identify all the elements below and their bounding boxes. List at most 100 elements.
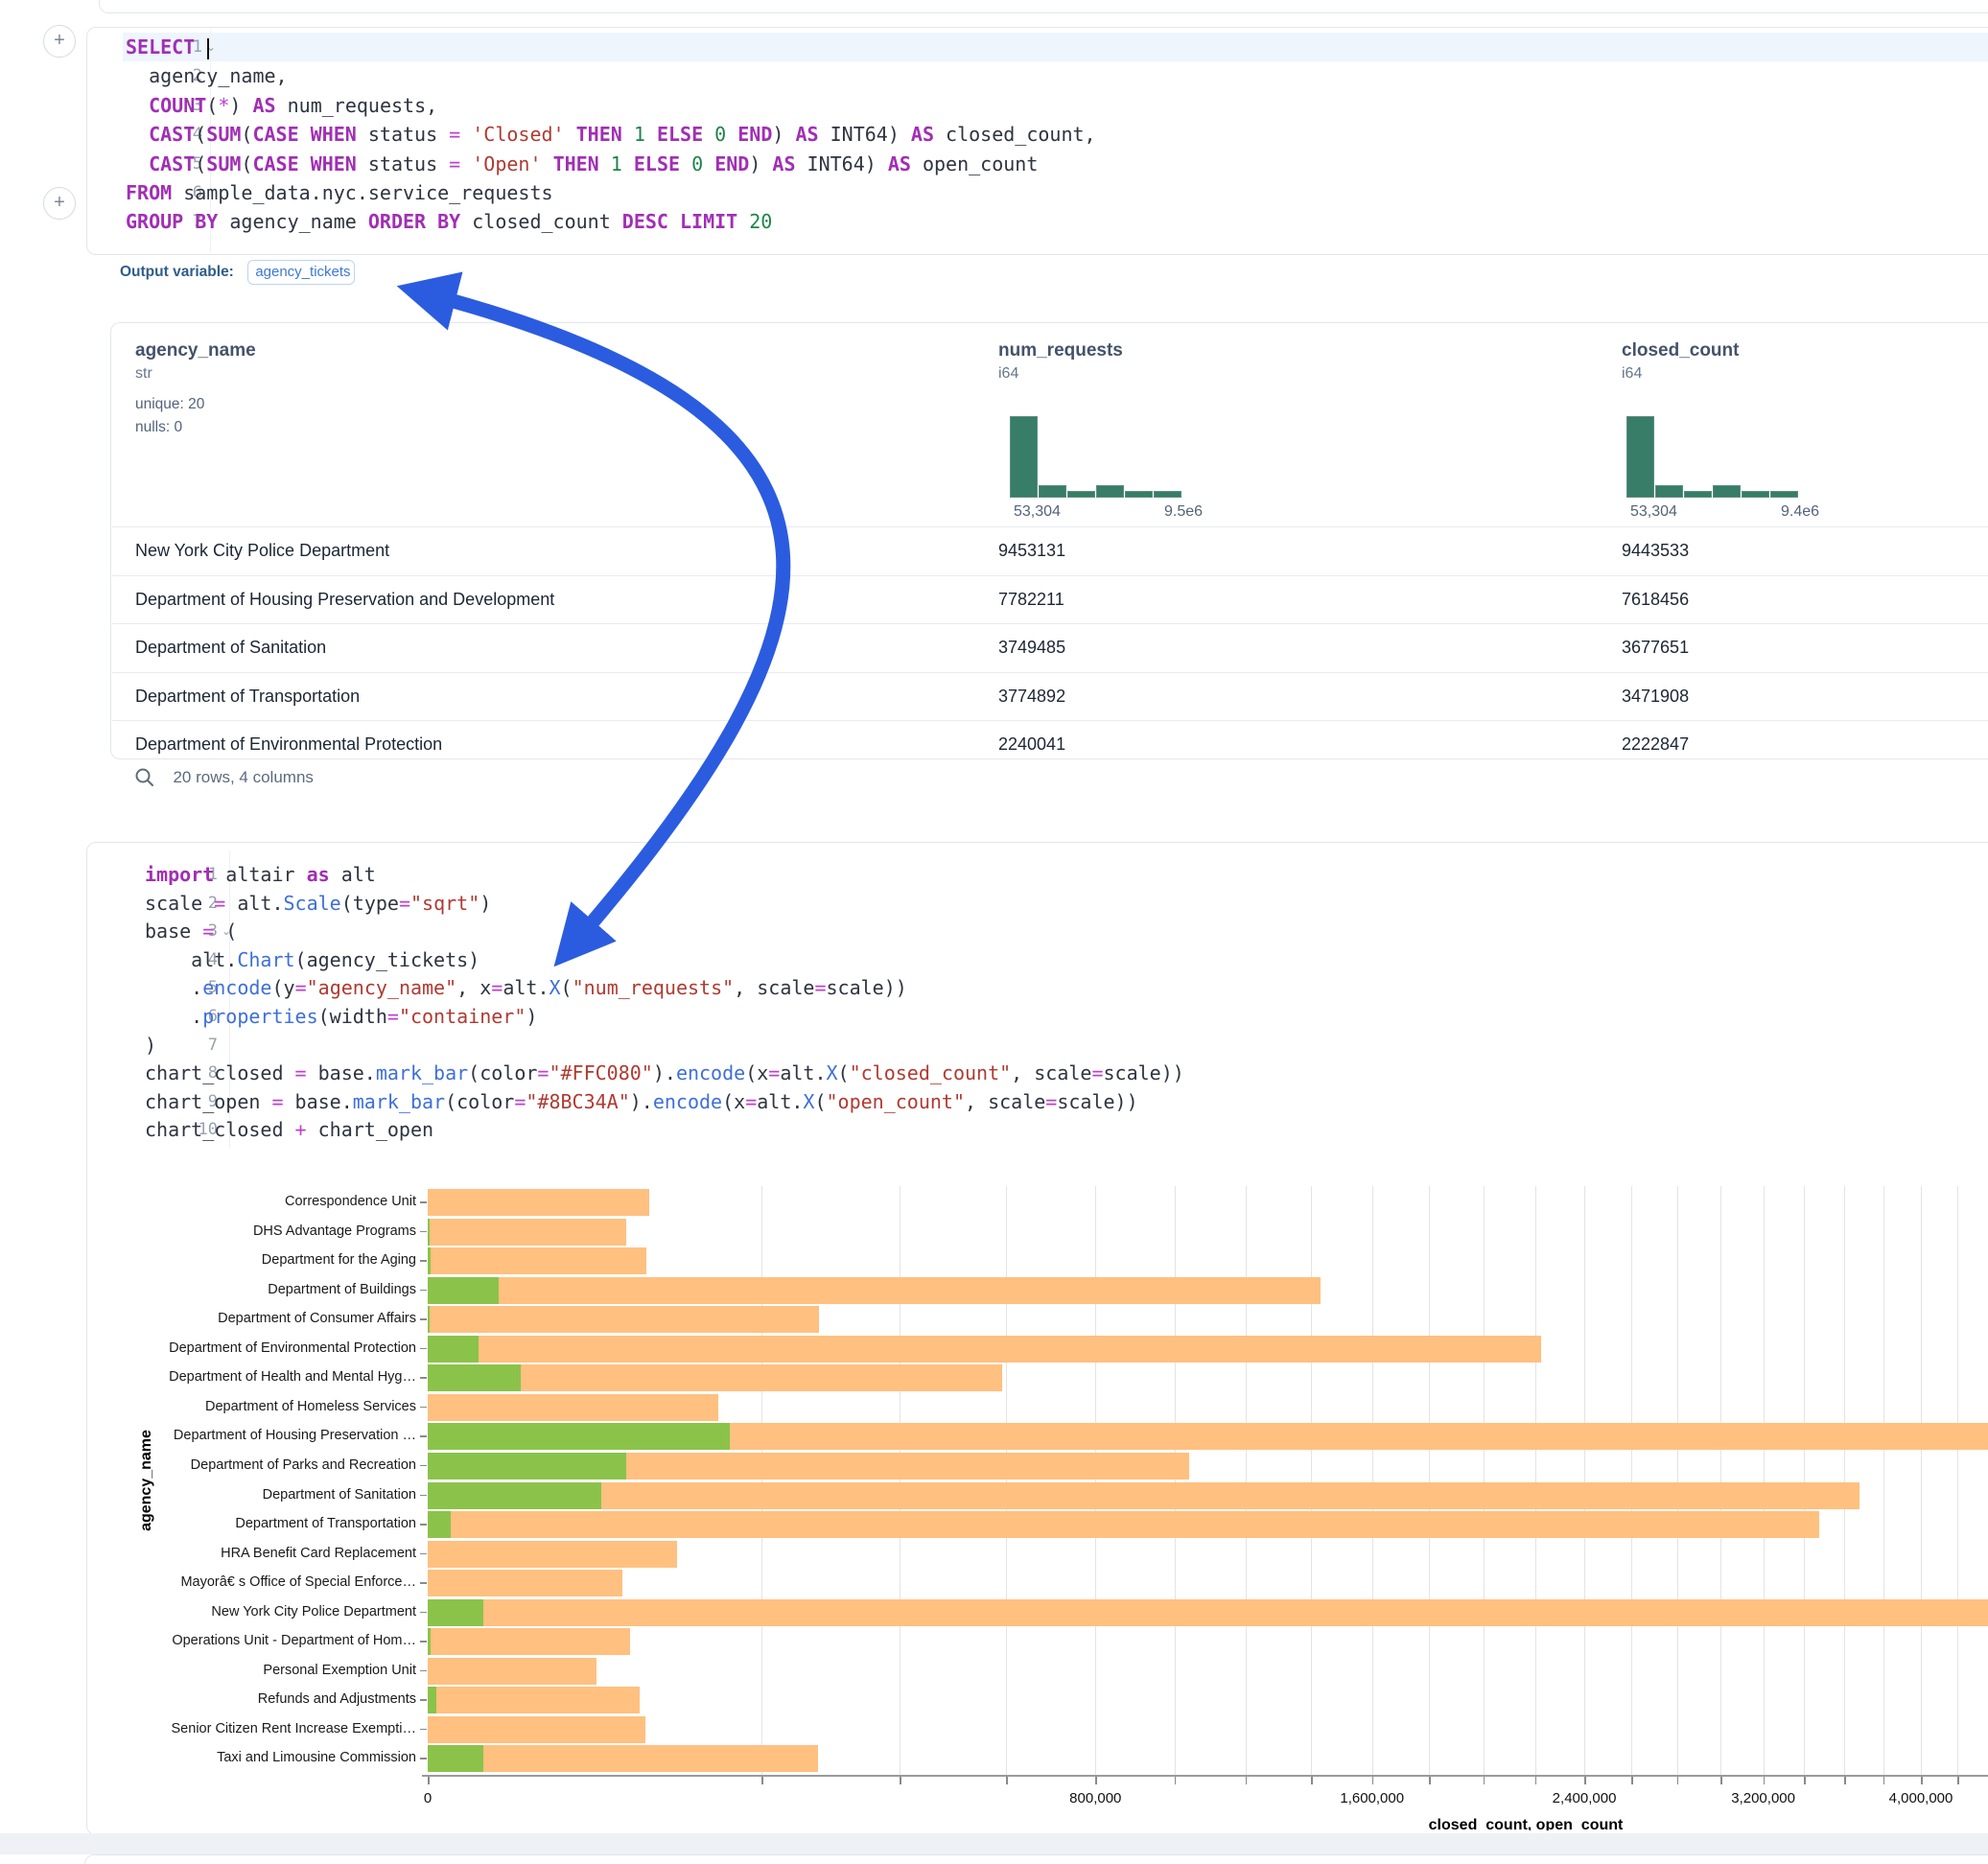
y-axis-label: Operations Unit - Department of Hom… — [172, 1633, 416, 1648]
column-type: i64 — [998, 365, 1018, 383]
bar-closed-count — [428, 1306, 819, 1333]
code-line[interactable]: .encode(y="agency_name", x=alt.X("num_re… — [145, 973, 907, 1002]
active-line-highlight — [123, 33, 1988, 61]
histogram-min-label: 53,304 — [1014, 503, 1061, 521]
column-header[interactable]: closed_count — [1622, 340, 1739, 361]
histogram-bar — [1655, 485, 1683, 498]
y-axis-label: Correspondence Unit — [285, 1194, 416, 1209]
y-axis-title: agency_name — [138, 1430, 155, 1531]
row-divider — [112, 672, 1988, 673]
page-gap — [0, 1833, 1988, 1854]
gridline — [1372, 1186, 1373, 1775]
bar-closed-count — [428, 1541, 677, 1568]
column-header[interactable]: num_requests — [998, 340, 1123, 361]
row-divider — [112, 526, 1988, 527]
table-cell-closed_count: 9443533 — [1622, 541, 1689, 561]
bar-open-count — [428, 1511, 451, 1538]
table-footer: 20 rows, 4 columns — [134, 767, 314, 796]
y-axis-label: Personal Exemption Unit — [263, 1663, 416, 1678]
add-cell-button[interactable]: + — [43, 25, 76, 58]
code-line[interactable]: COUNT(*) AS num_requests, — [126, 91, 437, 120]
bar-closed-count — [428, 1658, 596, 1685]
table-cell-num_requests: 2240041 — [998, 734, 1065, 755]
bar-closed-count — [428, 1687, 640, 1713]
y-axis-label: Mayorâ€ s Office of Special Enforce… — [180, 1574, 416, 1590]
y-axis-tick — [420, 1495, 427, 1497]
gridline — [1720, 1186, 1721, 1775]
add-cell-button[interactable]: + — [43, 187, 76, 220]
y-axis-tick — [420, 1231, 427, 1233]
x-axis-tick — [1429, 1777, 1431, 1784]
gridline — [1095, 1186, 1096, 1775]
x-axis-tick — [1883, 1777, 1885, 1784]
table-cell-num_requests: 9453131 — [998, 541, 1065, 561]
x-axis-tick — [1095, 1777, 1097, 1784]
y-axis-label: Senior Citizen Rent Increase Exempti… — [172, 1721, 416, 1736]
bar-closed-count — [428, 1570, 622, 1596]
column-header[interactable]: agency_name — [135, 340, 256, 361]
table-cell-closed_count: 3471908 — [1622, 687, 1689, 707]
code-line[interactable]: CAST(SUM(CASE WHEN status = 'Open' THEN … — [126, 150, 1038, 178]
python-cell[interactable]: 1import altair as alt2scale = alt.Scale(… — [86, 842, 1988, 1835]
code-line[interactable]: SELECT — [126, 33, 209, 61]
row-divider — [112, 720, 1988, 721]
y-axis-tick — [420, 1729, 427, 1731]
gridline — [1584, 1186, 1585, 1775]
code-line[interactable]: scale = alt.Scale(type="sqrt") — [145, 889, 491, 918]
column-stat: unique: 20 — [135, 396, 204, 413]
histogram-bar — [1770, 491, 1798, 498]
code-line[interactable]: chart_closed = base.mark_bar(color="#FFC… — [145, 1059, 1184, 1087]
bar-open-count — [428, 1482, 601, 1509]
gridline — [1429, 1186, 1430, 1775]
x-axis-tick — [1844, 1777, 1846, 1784]
y-axis-tick — [420, 1553, 427, 1555]
x-axis-tick — [428, 1777, 430, 1784]
y-axis-tick — [420, 1670, 427, 1672]
code-line[interactable]: chart_closed + chart_open — [145, 1115, 433, 1144]
y-axis-label: Department of Environmental Protection — [169, 1340, 416, 1356]
bar-closed-count — [428, 1745, 818, 1772]
gridline — [1804, 1186, 1805, 1775]
bar-closed-count — [428, 1336, 1541, 1363]
x-axis-tick-label: 4,000,000 — [1889, 1790, 1953, 1806]
sql-cell[interactable]: 1⌄SELECT 2 agency_name,3 COUNT(*) AS num… — [86, 27, 1988, 255]
bar-open-count — [428, 1745, 483, 1772]
code-line[interactable]: import altair as alt — [145, 860, 376, 889]
code-line[interactable]: agency_name, — [126, 61, 288, 90]
output-variable-input[interactable]: agency_tickets — [247, 260, 355, 285]
code-line[interactable]: GROUP BY agency_name ORDER BY closed_cou… — [126, 207, 772, 236]
code-line[interactable]: base = ( — [145, 917, 237, 945]
search-icon[interactable] — [134, 767, 155, 788]
table-cell-closed_count: 3677651 — [1622, 638, 1689, 658]
column-type: i64 — [1622, 365, 1642, 383]
y-axis-label: Department of Homeless Services — [205, 1399, 416, 1414]
bar-closed-count — [428, 1599, 1988, 1626]
bar-open-count — [428, 1599, 483, 1626]
y-axis-tick — [420, 1758, 427, 1759]
line-number: 7 — [183, 1031, 218, 1060]
gridline — [761, 1186, 762, 1775]
altair-chart-output: Correspondence UnitDHS Advantage Program… — [87, 1159, 1988, 1830]
table-cell-agency_name: Department of Housing Preservation and D… — [135, 590, 554, 610]
code-line[interactable]: alt.Chart(agency_tickets) — [145, 945, 479, 974]
x-axis-tick-label: 3,200,000 — [1731, 1790, 1795, 1806]
output-variable-row: Output variable: agency_tickets — [120, 257, 355, 288]
bar-open-count — [428, 1364, 521, 1391]
code-line[interactable]: .properties(width="container") — [145, 1002, 537, 1031]
code-line[interactable]: CAST(SUM(CASE WHEN status = 'Closed' THE… — [126, 120, 1096, 149]
row-count-summary: 20 rows, 4 columns — [173, 768, 313, 786]
histogram-bar — [1096, 485, 1124, 498]
code-line[interactable]: ) — [145, 1031, 156, 1060]
gridline — [1764, 1186, 1765, 1775]
x-axis-tick — [1175, 1777, 1177, 1784]
code-line[interactable]: chart_open = base.mark_bar(color="#8BC34… — [145, 1087, 1138, 1116]
y-axis-tick — [420, 1407, 427, 1409]
y-axis-tick — [420, 1260, 427, 1262]
histogram-bar — [1039, 485, 1066, 498]
table-cell-num_requests: 3749485 — [998, 638, 1065, 658]
code-line[interactable]: FROM sample_data.nyc.service_requests — [126, 178, 553, 207]
bar-open-count — [428, 1219, 430, 1246]
gridline — [1535, 1186, 1536, 1775]
x-axis-tick-label: 1,600,000 — [1340, 1790, 1404, 1806]
histogram-max-label: 9.5e6 — [1164, 503, 1203, 521]
